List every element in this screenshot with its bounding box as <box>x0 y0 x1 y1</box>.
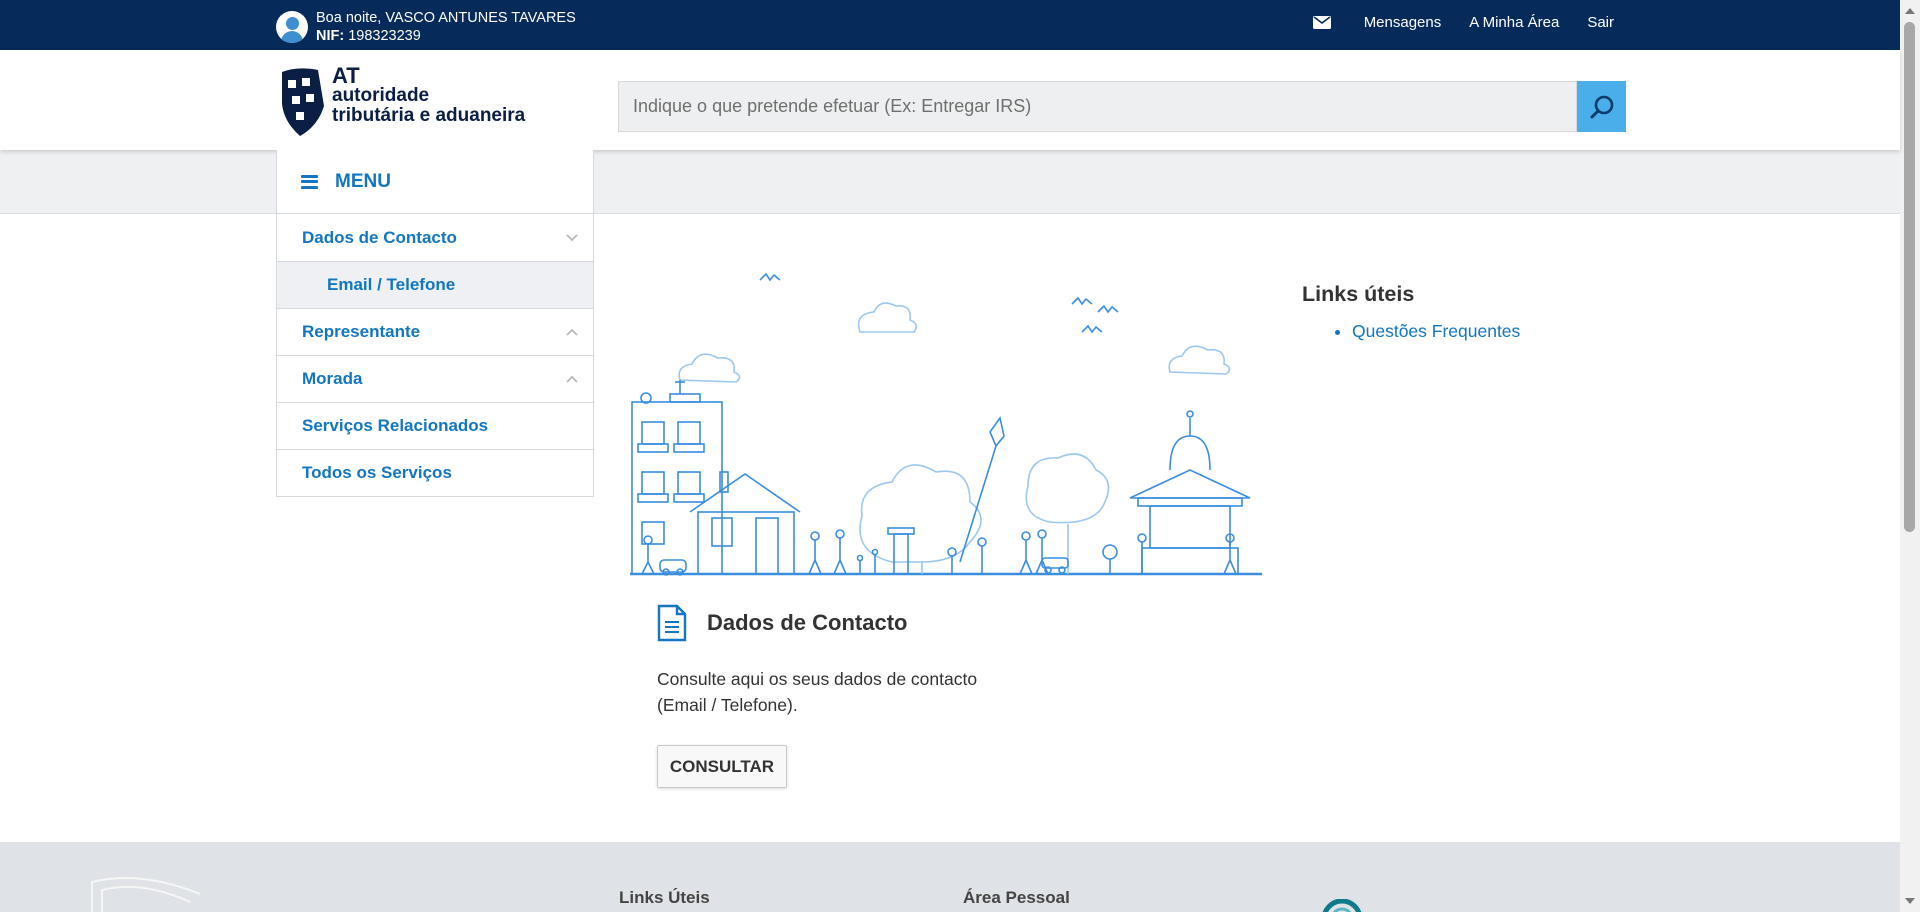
footer-area-pessoal-heading: Área Pessoal <box>963 888 1070 907</box>
card-description: Consulte aqui os seus dados de contacto … <box>657 669 978 715</box>
useful-links: Links úteis Questões Frequentes <box>1302 282 1520 342</box>
search-bar <box>618 81 1626 132</box>
sidebar: Dados de Contacto Email / Telefone Repre… <box>276 214 594 497</box>
document-icon <box>657 604 687 642</box>
menu-label: MENU <box>335 170 391 192</box>
at-shield-logo-icon <box>279 66 324 136</box>
sidebar-item-email-telefone[interactable]: Email / Telefone <box>277 261 593 308</box>
logo-text: AT autoridade tributária e aduaneira <box>332 63 526 126</box>
header: AT autoridade tributária e aduaneira <box>0 50 1900 150</box>
footer-links-uteis-heading: Links Úteis <box>619 888 710 907</box>
greeting: Boa noite, VASCO ANTUNES TAVARES <box>316 10 576 26</box>
sidebar-item-todos-os-servicos[interactable]: Todos os Serviços <box>277 449 593 496</box>
scroll-down-arrow-icon[interactable] <box>1905 898 1915 904</box>
sidebar-item-servicos-relacionados[interactable]: Serviços Relacionados <box>277 402 593 449</box>
scrollbar-thumb[interactable] <box>1904 22 1915 532</box>
contact-data-card: Dados de Contacto Consulte aqui os seus … <box>657 603 987 788</box>
avatar-icon <box>276 11 308 43</box>
footer-logo-watermark <box>91 877 201 912</box>
chevron-up-icon <box>566 375 578 383</box>
search-button[interactable] <box>1577 81 1626 132</box>
card-title: Dados de Contacto <box>657 603 987 643</box>
user-info: Boa noite, VASCO ANTUNES TAVARES NIF: 19… <box>276 9 576 45</box>
nif: NIF: 198323239 <box>316 28 421 44</box>
logout-link[interactable]: Sair <box>1587 14 1614 31</box>
top-links: Mensagens A Minha Área Sair <box>1285 14 1614 31</box>
top-bar: Boa noite, VASCO ANTUNES TAVARES NIF: 19… <box>0 0 1900 50</box>
my-area-link[interactable]: A Minha Área <box>1469 14 1559 31</box>
link-questoes-frequentes[interactable]: Questões Frequentes <box>1352 321 1520 342</box>
useful-links-title: Links úteis <box>1302 282 1415 306</box>
messages-link[interactable]: Mensagens <box>1312 14 1441 31</box>
menu-toggle-button[interactable]: MENU <box>276 150 594 214</box>
footer: Links Úteis Área Pessoal <box>0 842 1900 912</box>
search-input[interactable] <box>618 81 1577 132</box>
user-text: Boa noite, VASCO ANTUNES TAVARES NIF: 19… <box>316 9 576 45</box>
scroll-up-arrow-icon[interactable] <box>1905 8 1915 14</box>
sidebar-item-representante[interactable]: Representante <box>277 308 593 355</box>
city-illustration <box>630 272 1262 576</box>
consultar-button[interactable]: CONSULTAR <box>657 745 787 788</box>
envelope-icon <box>1312 16 1331 29</box>
chevron-down-icon <box>566 234 578 242</box>
search-icon <box>1590 95 1613 118</box>
page-scrollbar[interactable] <box>1900 0 1920 912</box>
sidebar-item-dados-de-contacto[interactable]: Dados de Contacto <box>277 214 593 261</box>
hamburger-icon <box>301 174 318 189</box>
sidebar-item-morada[interactable]: Morada <box>277 355 593 402</box>
chevron-up-icon <box>566 328 578 336</box>
at-logo[interactable]: AT autoridade tributária e aduaneira <box>278 63 526 138</box>
footer-partial-logo-icon <box>1322 899 1362 912</box>
